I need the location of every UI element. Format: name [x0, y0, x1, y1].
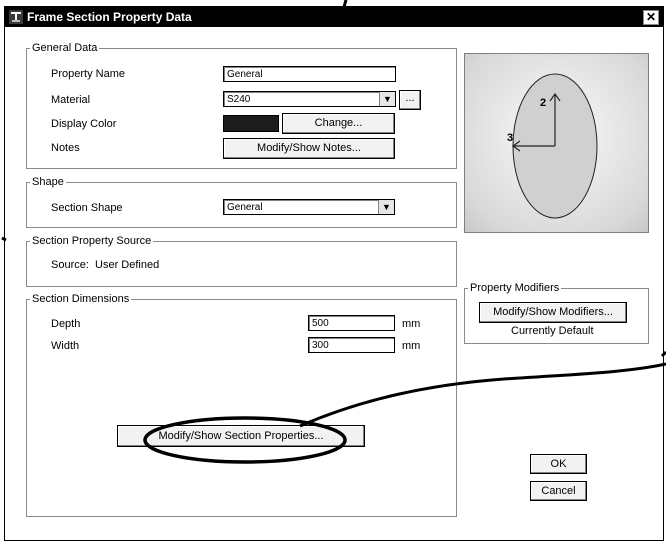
notes-button[interactable]: Modify/Show Notes...: [223, 138, 395, 159]
section-shape-select[interactable]: General ▼: [223, 199, 395, 215]
notes-label: Notes: [51, 142, 80, 154]
depth-label: Depth: [51, 318, 81, 330]
app-icon: [9, 10, 23, 24]
display-color-swatch[interactable]: [223, 115, 279, 132]
property-name-label: Property Name: [51, 68, 125, 80]
cancel-button[interactable]: Cancel: [530, 481, 587, 501]
section-shape-label: Section Shape: [51, 202, 123, 214]
window-title: Frame Section Property Data: [27, 10, 192, 24]
change-color-button[interactable]: Change...: [282, 113, 395, 134]
width-input[interactable]: 300: [308, 337, 395, 353]
source-text: Source: User Defined: [51, 259, 160, 271]
section-shape-value: General: [227, 202, 263, 213]
chevron-down-icon[interactable]: ▼: [379, 92, 395, 106]
section-preview: 2 3: [464, 53, 649, 233]
section-properties-button[interactable]: Modify/Show Section Properties...: [117, 425, 365, 447]
property-name-input[interactable]: General: [223, 66, 396, 82]
general-data-legend: General Data: [32, 42, 98, 54]
display-color-label: Display Color: [51, 118, 117, 130]
section-ellipse-diagram: 2 3: [507, 73, 598, 219]
section-dimensions-legend: Section Dimensions: [32, 293, 130, 305]
material-select[interactable]: S240 ▼: [223, 91, 396, 107]
property-modifiers-legend: Property Modifiers: [470, 282, 560, 294]
axis-2-label: 2: [540, 97, 546, 109]
close-button[interactable]: ✕: [643, 10, 659, 25]
source-legend: Section Property Source: [32, 235, 152, 247]
modifiers-status: Currently Default: [511, 325, 594, 337]
frame-section-dialog: Frame Section Property Data ✕ General Da…: [4, 6, 664, 541]
depth-unit: mm: [402, 318, 421, 330]
material-value: S240: [227, 94, 251, 105]
width-unit: mm: [402, 340, 421, 352]
material-label: Material: [51, 94, 91, 106]
width-label: Width: [51, 340, 80, 352]
material-more-button[interactable]: ...: [399, 90, 421, 110]
axis-3-label: 3: [507, 132, 513, 144]
modifiers-button[interactable]: Modify/Show Modifiers...: [479, 302, 627, 323]
ok-button[interactable]: OK: [530, 454, 587, 474]
title-bar[interactable]: Frame Section Property Data ✕: [5, 7, 663, 27]
depth-input[interactable]: 500: [308, 315, 395, 331]
shape-legend: Shape: [32, 176, 64, 188]
chevron-down-icon[interactable]: ▼: [378, 200, 394, 214]
